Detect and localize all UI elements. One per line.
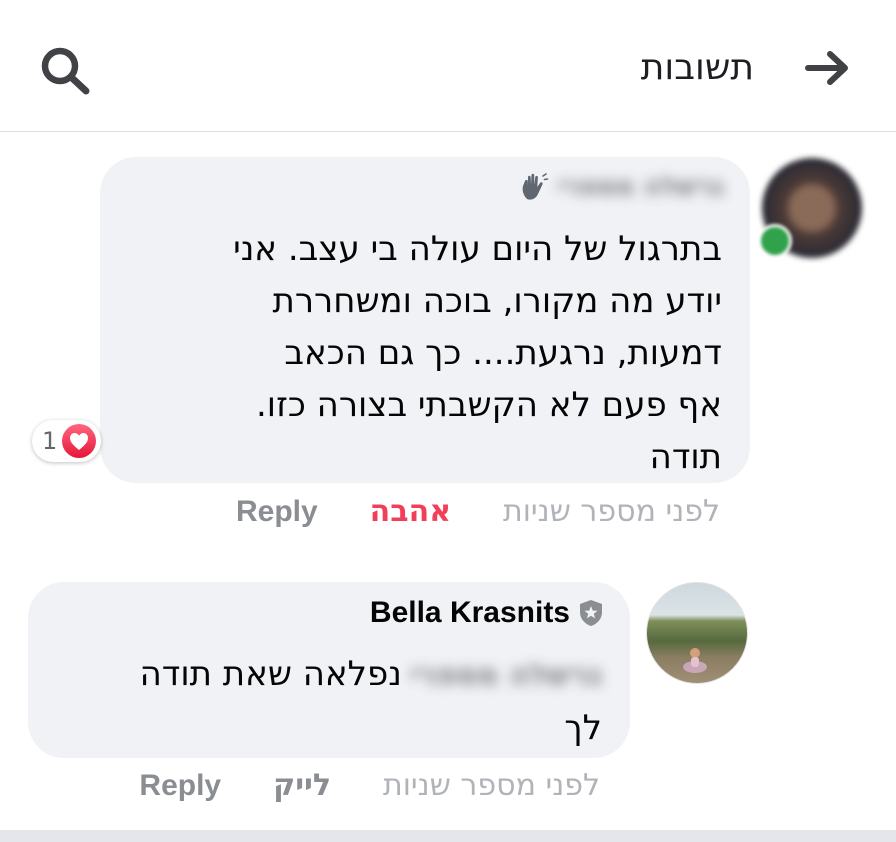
- online-status-indicator: [758, 224, 792, 258]
- back-button[interactable]: [800, 40, 856, 96]
- author-name-blurred[interactable]: גרשלה מספרי: [557, 172, 724, 202]
- page-title: תשובות: [640, 47, 754, 88]
- comment-author-row: גרשלה מספרי: [517, 171, 724, 203]
- waving-hand-icon: [523, 173, 549, 200]
- bottom-divider: [0, 830, 896, 842]
- reply-button[interactable]: Reply: [139, 766, 221, 806]
- like-button[interactable]: לייק: [273, 766, 331, 806]
- shield-star-icon: [580, 600, 602, 626]
- reply-button[interactable]: Reply: [236, 492, 318, 532]
- author-name[interactable]: Bella Krasnits: [370, 596, 570, 630]
- comment-actions: לפני מספר שניות לייק Reply: [139, 766, 600, 806]
- arrow-right-icon: [805, 51, 848, 85]
- avatar-photo: [683, 648, 707, 673]
- heart-icon: [62, 424, 97, 458]
- search-icon: [41, 47, 90, 95]
- comment-timestamp: לפני מספר שניות: [503, 494, 720, 529]
- comment-actions: לפני מספר שניות אהבה Reply: [236, 492, 720, 532]
- comment-author-row: Bella Krasnits: [370, 596, 604, 630]
- avatar[interactable]: [646, 582, 748, 684]
- reply-bubble[interactable]: Bella Krasnits גרשלה מספרינפלאה שאת תודה…: [28, 582, 630, 758]
- reaction-summary[interactable]: 1: [32, 420, 102, 462]
- comment-text: גרשלה מספרינפלאה שאת תודה לך: [42, 648, 602, 754]
- reaction-count: 1: [42, 427, 58, 455]
- comment-text: בתרגול של היום עולה בי עצב. אני יודע מה …: [233, 229, 722, 477]
- love-reaction-button[interactable]: אהבה: [370, 492, 451, 532]
- comment-bubble[interactable]: גרשלה מספרי בתרגול של היום עולה בי עצב. …: [100, 157, 750, 483]
- header-bar: תשובות: [0, 0, 896, 132]
- mention-blurred[interactable]: גרשלה מספרי: [410, 650, 602, 702]
- comment-timestamp: לפני מספר שניות: [383, 768, 600, 803]
- search-button[interactable]: [36, 40, 96, 100]
